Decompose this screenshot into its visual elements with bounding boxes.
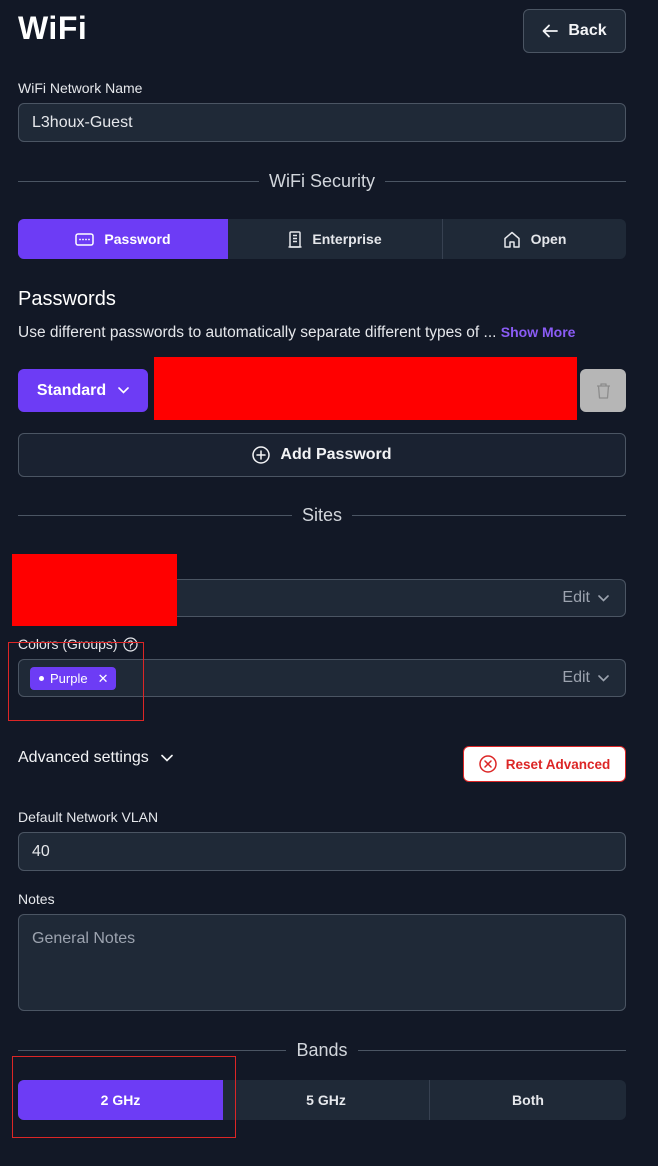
delete-password-button[interactable]	[580, 369, 626, 412]
reset-advanced-button[interactable]: Reset Advanced	[463, 746, 626, 782]
sites-edit-label: Edit	[562, 589, 590, 606]
sites-divider: Sites	[18, 505, 626, 526]
chevron-down-icon	[160, 754, 173, 762]
add-password-label: Add Password	[280, 446, 392, 463]
arrow-left-icon	[542, 24, 559, 38]
page-title: WiFi	[18, 10, 88, 46]
add-password-button[interactable]: Add Password	[18, 433, 626, 477]
highlight-box-bands	[12, 1056, 236, 1138]
tab-enterprise[interactable]: Enterprise	[228, 219, 443, 259]
x-circle-icon	[478, 755, 497, 773]
advanced-settings-toggle[interactable]: Advanced settings	[18, 749, 173, 767]
band-5ghz-label: 5 GHz	[306, 1092, 346, 1108]
home-icon	[503, 231, 520, 248]
reset-advanced-label: Reset Advanced	[505, 756, 611, 772]
network-name-label: WiFi Network Name	[18, 80, 143, 96]
vlan-label: Default Network VLAN	[18, 809, 159, 825]
security-segmented-control: Password Enterprise Open	[18, 219, 626, 259]
notes-placeholder: General Notes	[32, 930, 136, 947]
chevron-down-icon	[118, 387, 129, 394]
passwords-description: Use different passwords to automatically…	[18, 324, 575, 342]
chevron-down-icon	[598, 594, 609, 602]
building-icon	[288, 230, 302, 248]
bands-divider-label: Bands	[296, 1040, 348, 1060]
trash-icon	[596, 383, 610, 399]
tab-open[interactable]: Open	[443, 219, 626, 259]
keyboard-icon	[75, 232, 95, 246]
tab-password[interactable]: Password	[18, 219, 228, 259]
vlan-value: 40	[32, 842, 50, 860]
security-divider-label: WiFi Security	[269, 171, 376, 191]
back-button[interactable]: Back	[523, 9, 626, 53]
network-name-value: L3houx-Guest	[32, 113, 133, 131]
sites-divider-label: Sites	[301, 505, 343, 525]
plus-circle-icon	[252, 446, 271, 464]
band-5ghz[interactable]: 5 GHz	[223, 1080, 430, 1120]
band-both-label: Both	[512, 1092, 544, 1108]
advanced-settings-label: Advanced settings	[18, 749, 149, 766]
chevron-down-icon	[598, 674, 609, 682]
highlight-box-colors	[8, 642, 144, 721]
notes-label: Notes	[18, 891, 55, 907]
back-label: Back	[568, 22, 607, 39]
vlan-input[interactable]: 40	[18, 832, 626, 871]
redacted-password-field	[154, 357, 577, 420]
colors-edit-control[interactable]: Edit	[562, 660, 609, 696]
security-divider: WiFi Security	[18, 171, 627, 192]
tab-enterprise-label: Enterprise	[312, 231, 382, 247]
colors-edit-label: Edit	[562, 669, 590, 686]
password-type-label: Standard	[36, 381, 107, 399]
sites-edit-control[interactable]: Edit	[562, 580, 609, 616]
notes-textarea[interactable]: General Notes	[18, 914, 626, 1011]
show-more-link[interactable]: Show More	[501, 324, 576, 340]
tab-open-label: Open	[530, 231, 567, 247]
passwords-title: Passwords	[18, 288, 116, 310]
password-type-dropdown[interactable]: Standard	[18, 369, 148, 412]
passwords-description-text: Use different passwords to automatically…	[18, 324, 497, 341]
network-name-input[interactable]: L3houx-Guest	[18, 103, 626, 142]
band-both[interactable]: Both	[430, 1080, 626, 1120]
tab-password-label: Password	[104, 231, 171, 247]
redacted-sites-label	[12, 554, 177, 626]
